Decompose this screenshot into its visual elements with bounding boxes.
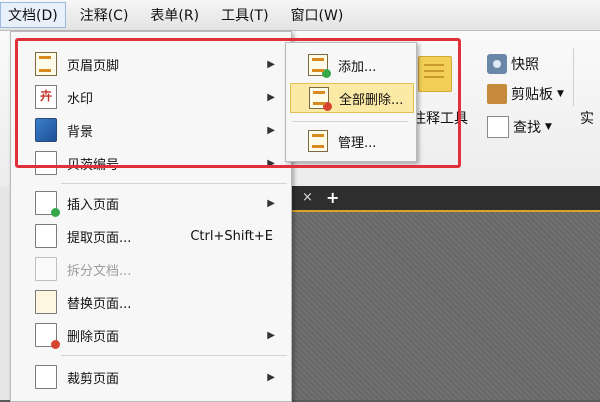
clipboard-button[interactable]: 剪贴板 ▼ (487, 84, 564, 104)
submenu-arrow-icon: ▶ (267, 91, 275, 103)
submenu-arrow-icon: ▶ (267, 58, 275, 70)
snapshot-label: 快照 (511, 57, 539, 73)
menu-separator (61, 355, 287, 356)
submenu-arrow-icon: ▶ (267, 124, 275, 136)
extract-page-icon (35, 224, 57, 248)
submenu-arrow-icon: ▶ (267, 197, 275, 209)
menu-item-split-document[interactable]: 拆分文档... (11, 254, 291, 284)
menu-item-label: 背景 (67, 124, 94, 140)
header-footer-submenu: 添加... 全部删除... 管理... (285, 42, 417, 162)
chevron-down-icon: ▼ (557, 89, 564, 99)
submenu-item-label: 管理... (338, 135, 377, 151)
menu-item-label: 插入页面 (67, 197, 120, 213)
watermark-icon: 卉 (35, 85, 57, 109)
plus-badge-icon (322, 69, 331, 78)
menu-item-label: 贝茨编号 (67, 157, 120, 173)
menu-item-extract-page[interactable]: 提取页面... Ctrl+Shift+E (11, 221, 291, 251)
menu-item-header-footer[interactable]: 页眉页脚 ▶ (11, 49, 291, 79)
ribbon-partial-label[interactable]: 实 (580, 108, 594, 128)
submenu-item-label: 全部删除... (339, 92, 404, 108)
menu-item-label: 删除页面 (67, 329, 120, 345)
menu-item-label: 裁剪页面 (67, 371, 120, 387)
submenu-separator (292, 121, 408, 122)
document-menu: 页眉页脚 ▶ 卉 水印 ▶ 背景 ▶ 贝茨编号 ▶ 插入页面 ▶ 提取页面...… (10, 31, 292, 402)
menu-comment[interactable]: 注释(C) (72, 2, 137, 28)
menu-item-label: 替换页面... (67, 296, 132, 312)
submenu-arrow-icon: ▶ (267, 371, 275, 383)
new-tab-icon[interactable]: + (326, 188, 339, 207)
ribbon-divider (573, 48, 574, 106)
snapshot-button[interactable]: 快照 (487, 54, 539, 74)
delete-badge-icon (323, 102, 332, 111)
header-footer-icon (35, 52, 57, 76)
chevron-down-icon: ▼ (545, 122, 552, 132)
menu-window[interactable]: 窗口(W) (283, 2, 352, 28)
menu-item-insert-page[interactable]: 插入页面 ▶ (11, 188, 291, 218)
clipboard-label: 剪贴板 (511, 87, 553, 103)
clipboard-icon (487, 84, 507, 104)
submenu-item-delete-all[interactable]: 全部删除... (290, 83, 414, 113)
close-tab-icon[interactable]: × (302, 190, 313, 205)
find-label: 查找 (513, 120, 541, 136)
menu-item-label: 水印 (67, 91, 94, 107)
split-document-icon (35, 257, 57, 281)
delete-all-icon (309, 87, 332, 111)
menu-item-watermark[interactable]: 卉 水印 ▶ (11, 82, 291, 112)
insert-page-icon (35, 191, 60, 217)
delete-page-icon (35, 323, 60, 349)
delete-badge-icon (51, 340, 60, 349)
submenu-item-label: 添加... (338, 59, 377, 75)
menu-item-label: 拆分文档... (67, 263, 132, 279)
menu-document[interactable]: 文档(D) (0, 2, 66, 28)
menu-item-background[interactable]: 背景 ▶ (11, 115, 291, 145)
shortcut-label: Ctrl+Shift+E (190, 228, 273, 244)
background-icon (35, 118, 57, 142)
submenu-arrow-icon: ▶ (267, 329, 275, 341)
left-panel-edge (0, 186, 10, 400)
menu-item-label: 页眉页脚 (67, 58, 120, 74)
menu-form[interactable]: 表单(R) (142, 2, 207, 28)
document-workspace[interactable] (290, 212, 600, 400)
replace-page-icon (35, 290, 57, 314)
menu-tools[interactable]: 工具(T) (213, 2, 276, 28)
submenu-item-add[interactable]: 添加... (290, 51, 412, 79)
bates-number-icon (35, 151, 57, 175)
comment-tools-label[interactable]: 注释工具 (412, 108, 468, 128)
manage-icon (308, 130, 328, 152)
submenu-item-manage[interactable]: 管理... (290, 127, 412, 155)
menu-item-label: 提取页面... (67, 230, 132, 246)
find-button[interactable]: 查找 ▼ (487, 116, 552, 138)
menu-item-crop-page[interactable]: 裁剪页面 ▶ (11, 362, 291, 392)
menu-bar: 文档(D) 注释(C) 表单(R) 工具(T) 窗口(W) (0, 0, 600, 31)
submenu-arrow-icon: ▶ (267, 157, 275, 169)
camera-icon (487, 54, 507, 74)
menu-item-bates-number[interactable]: 贝茨编号 ▶ (11, 148, 291, 178)
menu-item-delete-page[interactable]: 删除页面 ▶ (11, 320, 291, 350)
menu-separator (61, 183, 287, 184)
menu-item-replace-page[interactable]: 替换页面... (11, 287, 291, 317)
add-icon (308, 54, 331, 78)
find-icon (487, 116, 509, 138)
crop-page-icon (35, 365, 57, 389)
plus-badge-icon (51, 208, 60, 217)
comment-notes-icon[interactable] (418, 56, 452, 92)
